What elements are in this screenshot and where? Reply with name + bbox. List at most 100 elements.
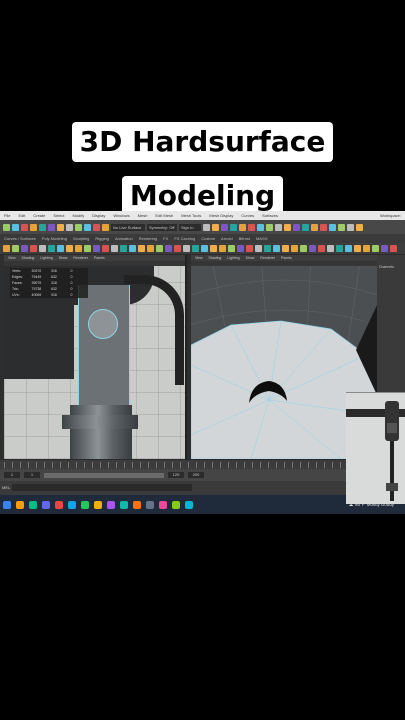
status-line-tool-icon[interactable] <box>12 223 19 231</box>
shelf-tool-icon[interactable] <box>129 245 136 252</box>
live-surface-field[interactable]: No Live Surface <box>111 223 145 231</box>
taskbar-app-icon[interactable] <box>185 500 193 509</box>
vp-menu-show[interactable]: Show <box>59 256 68 260</box>
vp-menu-lighting[interactable]: Lighting <box>227 256 239 260</box>
viewport-right-icons[interactable] <box>191 261 377 266</box>
shelf-tool-icon[interactable] <box>273 245 280 252</box>
shelf-tool-icon[interactable] <box>210 245 217 252</box>
menu-select[interactable]: Select <box>53 213 64 218</box>
shelf-tool-icon[interactable] <box>372 245 379 252</box>
taskbar-app-icon[interactable] <box>68 500 76 509</box>
shelf-tab-arnold[interactable]: Arnold <box>221 236 233 241</box>
shelf-tool-icon[interactable] <box>381 245 388 252</box>
status-line-tool-icon[interactable] <box>230 223 237 231</box>
workspace-label[interactable]: Workspace: <box>380 213 401 218</box>
shelf-tool-icon[interactable] <box>21 245 28 252</box>
status-line-tool-icon[interactable] <box>284 223 291 231</box>
vp-menu-lighting[interactable]: Lighting <box>40 256 52 260</box>
status-line-tool-icon[interactable] <box>320 223 327 231</box>
status-line-tool-icon[interactable] <box>329 223 336 231</box>
status-line-tool-icon[interactable] <box>248 223 255 231</box>
range-anim-end-field[interactable]: 200 <box>188 472 204 478</box>
status-line-tool-icon[interactable] <box>275 223 282 231</box>
symmetry-field[interactable]: Symmetry: Off <box>147 223 177 231</box>
shelf-tool-icon[interactable] <box>174 245 181 252</box>
shelf-tab-animation[interactable]: Animation <box>115 236 133 241</box>
status-line-tool-icon[interactable] <box>57 223 64 231</box>
shelf-tab-rigging[interactable]: Rigging <box>95 236 109 241</box>
taskbar-app-icon[interactable] <box>146 500 154 509</box>
taskbar-app-icon[interactable] <box>107 500 115 509</box>
shelf-tool-icon[interactable] <box>291 245 298 252</box>
taskbar-app-icon[interactable] <box>133 500 141 509</box>
shelf-tool-icon[interactable] <box>84 245 91 252</box>
range-anim-start-field[interactable]: 1 <box>24 472 40 478</box>
vp-menu-panels[interactable]: Panels <box>281 256 292 260</box>
shelf-tool-icon[interactable] <box>354 245 361 252</box>
range-start-field[interactable]: 1 <box>4 472 20 478</box>
shelf-tool-icon[interactable] <box>30 245 37 252</box>
menu-modify[interactable]: Modify <box>73 213 85 218</box>
shelf-tool-icon[interactable] <box>102 245 109 252</box>
viewport-left[interactable]: View Shading Lighting Show Renderer Pane… <box>4 255 187 459</box>
taskbar-app-icon[interactable] <box>16 500 24 509</box>
viewport-left-icons[interactable] <box>4 261 185 266</box>
shelf-tool-icon[interactable] <box>318 245 325 252</box>
taskbar-app-icon[interactable] <box>120 500 128 509</box>
shelf-tab-bifrost[interactable]: Bifrost <box>239 236 250 241</box>
shelf-tool-icon[interactable] <box>246 245 253 252</box>
status-line-tool-icon[interactable] <box>75 223 82 231</box>
status-line-tool-icon[interactable] <box>338 223 345 231</box>
vp-menu-shading[interactable]: Shading <box>209 256 222 260</box>
status-line-tool-icon[interactable] <box>3 223 10 231</box>
shelf-tool-icon[interactable] <box>345 245 352 252</box>
taskbar-app-icon[interactable] <box>29 500 37 509</box>
menu-mesh-display[interactable]: Mesh Display <box>209 213 233 218</box>
time-slider[interactable] <box>0 459 405 469</box>
status-line-tool-icon[interactable] <box>66 223 73 231</box>
sign-in-field[interactable]: Sign In <box>179 223 201 231</box>
vp-menu-shading[interactable]: Shading <box>22 256 35 260</box>
taskbar-app-icon[interactable] <box>55 500 63 509</box>
status-line-tool-icon[interactable] <box>311 223 318 231</box>
shelf-tool-icon[interactable] <box>57 245 64 252</box>
shelf-tool-icon[interactable] <box>156 245 163 252</box>
status-line-tool-icon[interactable] <box>221 223 228 231</box>
status-line-tool-icon[interactable] <box>293 223 300 231</box>
menu-surfaces[interactable]: Surfaces <box>262 213 278 218</box>
shelf-tool-icon[interactable] <box>183 245 190 252</box>
shelf-tool-icon[interactable] <box>228 245 235 252</box>
shelf-tool-icon[interactable] <box>138 245 145 252</box>
shelf-tool-icon[interactable] <box>147 245 154 252</box>
vp-menu-view[interactable]: View <box>195 256 203 260</box>
menu-windows[interactable]: Windows <box>113 213 129 218</box>
shelf-tab-rendering[interactable]: Rendering <box>139 236 157 241</box>
shelf-tool-icon[interactable] <box>111 245 118 252</box>
shelf-tool-icon[interactable] <box>282 245 289 252</box>
menu-edit[interactable]: Edit <box>18 213 25 218</box>
menu-edit-mesh[interactable]: Edit Mesh <box>155 213 173 218</box>
status-line-tool-icon[interactable] <box>203 223 210 231</box>
shelf-tab-custom[interactable]: Custom <box>201 236 215 241</box>
status-line-tool-icon[interactable] <box>84 223 91 231</box>
shelf-tool-icon[interactable] <box>327 245 334 252</box>
shelf-tool-icon[interactable] <box>3 245 10 252</box>
taskbar-app-icon[interactable] <box>42 500 50 509</box>
status-line-tool-icon[interactable] <box>93 223 100 231</box>
shelf-tab-curves[interactable]: Curves / Surfaces <box>4 236 36 241</box>
status-line-tool-icon[interactable] <box>356 223 363 231</box>
shelf-tool-icon[interactable] <box>390 245 397 252</box>
vp-menu-renderer[interactable]: Renderer <box>73 256 88 260</box>
status-line-tool-icon[interactable] <box>39 223 46 231</box>
shelf-tool-icon[interactable] <box>201 245 208 252</box>
status-line-tool-icon[interactable] <box>21 223 28 231</box>
shelf-tab-fx-caching[interactable]: FX Caching <box>174 236 195 241</box>
status-line-tool-icon[interactable] <box>239 223 246 231</box>
shelf-tab-fx[interactable]: FX <box>163 236 168 241</box>
shelf-tool-icon[interactable] <box>192 245 199 252</box>
shelf-tool-icon[interactable] <box>66 245 73 252</box>
shelf-tool-icon[interactable] <box>300 245 307 252</box>
shelf-tool-icon[interactable] <box>219 245 226 252</box>
menu-file[interactable]: File <box>4 213 10 218</box>
shelf-tool-icon[interactable] <box>12 245 19 252</box>
